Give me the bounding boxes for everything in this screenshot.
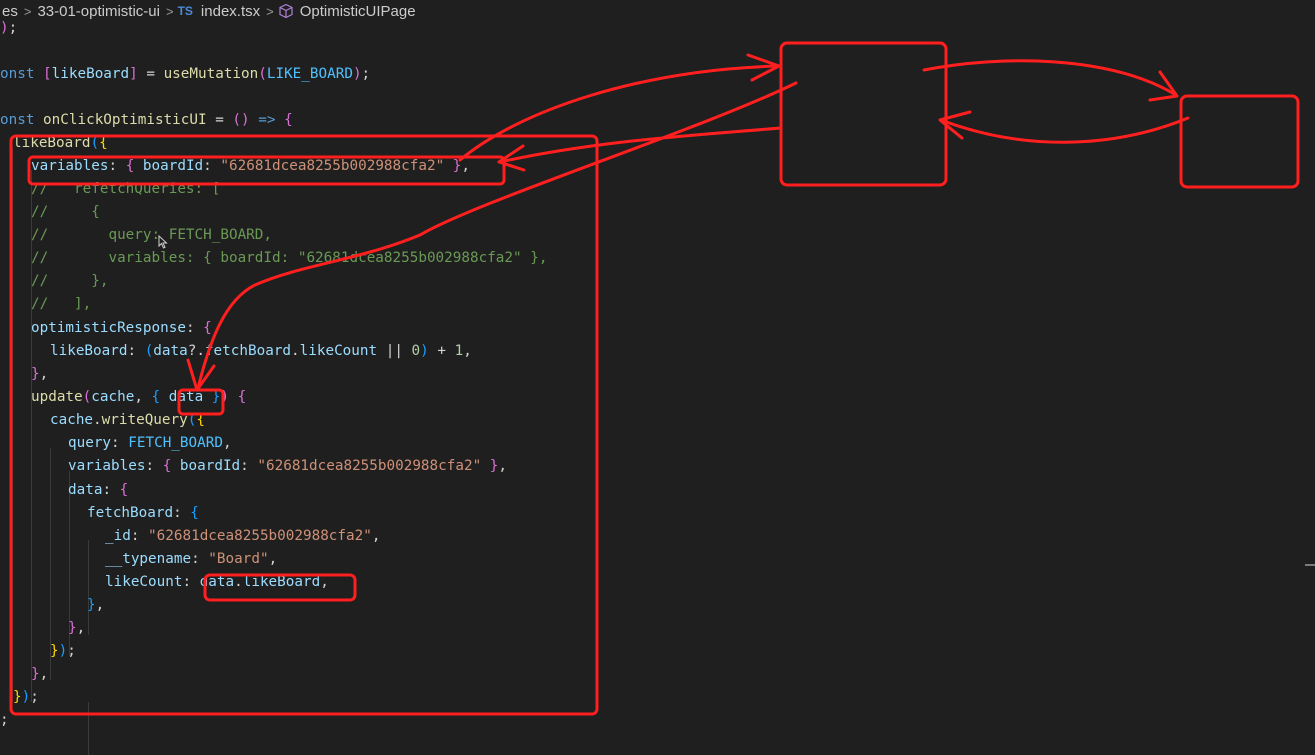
code-line: },: [87, 597, 105, 613]
breadcrumb: es > 33-01-optimistic-ui > TS index.tsx …: [0, 0, 1315, 22]
code-line: variables: { boardId: "62681dcea8255b002…: [68, 458, 508, 474]
code-editor[interactable]: ); onst [likeBoard] = useMutation(LIKE_B…: [0, 20, 1315, 755]
code-line: data: {: [68, 482, 129, 498]
code-line: onst onClickOptimisticUI = () => {: [0, 112, 293, 128]
code-line-comment: // },: [31, 273, 109, 289]
code-line: __typename: "Board",: [105, 551, 278, 567]
code-line: onst [likeBoard] = useMutation(LIKE_BOAR…: [0, 66, 371, 82]
code-line: update(cache, { data }) {: [31, 389, 247, 405]
breadcrumb-item-symbol[interactable]: OptimisticUIPage: [298, 3, 418, 20]
code-line-comment: // ],: [31, 296, 92, 312]
typescript-file-icon: TS: [177, 4, 193, 18]
code-line: },: [31, 366, 49, 382]
scrollbar-marker: [1305, 564, 1315, 566]
code-line: query: FETCH_BOARD,: [68, 435, 232, 451]
code-line: variables: { boardId: "62681dcea8255b002…: [31, 158, 471, 174]
code-line: optimisticResponse: {: [31, 320, 212, 336]
breadcrumb-item-folder[interactable]: 33-01-optimistic-ui: [35, 3, 162, 20]
code-line: cache.writeQuery({: [50, 412, 205, 428]
code-line: likeBoard({: [13, 135, 108, 151]
code-line-comment: // query: FETCH_BOARD,: [31, 227, 273, 243]
code-line-comment: // {: [31, 204, 100, 220]
code-line-comment: // variables: { boardId: "62681dcea8255b…: [31, 250, 548, 266]
code-line: likeCount: data.likeBoard,: [105, 574, 329, 590]
code-line: );: [0, 20, 18, 36]
breadcrumb-separator: >: [23, 3, 32, 19]
code-line: fetchBoard: {: [87, 505, 199, 521]
indent-guide: [88, 702, 89, 755]
code-line: likeBoard: (data?.fetchBoard.likeCount |…: [50, 343, 472, 359]
code-line-comment: // refetchQueries: [: [31, 181, 221, 197]
indent-guide: [88, 540, 89, 635]
code-line: },: [31, 666, 49, 682]
cube-icon: [279, 3, 293, 19]
code-line: ;: [0, 712, 9, 728]
code-line: },: [68, 620, 86, 636]
mouse-pointer-icon: [158, 235, 168, 249]
breadcrumb-separator: >: [165, 3, 174, 19]
indent-guide: [12, 147, 13, 702]
code-line: _id: "62681dcea8255b002988cfa2",: [105, 528, 381, 544]
code-line: });: [50, 643, 76, 659]
breadcrumb-item-file[interactable]: index.tsx: [199, 3, 262, 20]
code-line: });: [13, 689, 39, 705]
breadcrumb-separator: >: [266, 3, 274, 19]
